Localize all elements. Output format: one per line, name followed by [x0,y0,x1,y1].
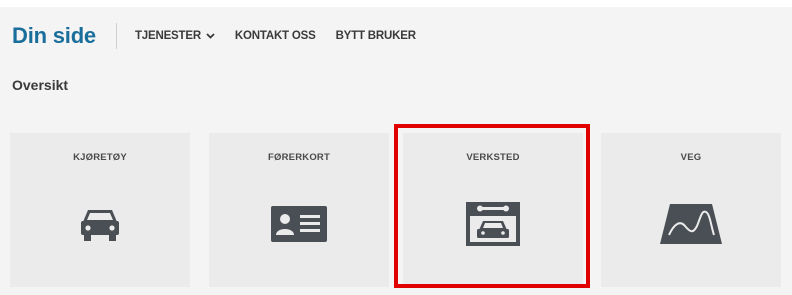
tile-vehicle[interactable]: KJØRETØY [10,133,190,287]
nav-contact-link[interactable]: KONTAKT OSS [235,30,316,42]
nav-divider [115,23,117,49]
page-title: Oversikt [12,77,69,93]
tile-label: VEG [680,152,702,163]
road-icon [601,199,781,249]
tile-drivers-license[interactable]: FØRERKORT [209,133,389,287]
id-card-icon [209,199,389,249]
chevron-down-icon [206,33,215,39]
tile-label: KJØRETØY [73,152,127,163]
tile-label: FØRERKORT [268,152,330,163]
selection-highlight [394,124,590,288]
nav-switch-user-link[interactable]: BYTT BRUKER [336,30,416,42]
nav-services-menu[interactable]: TJENESTER [135,30,215,42]
top-navigation: Din side TJENESTER KONTAKT OSS BYTT BRUK… [12,20,436,52]
car-icon [10,199,190,249]
nav-services-label: TJENESTER [134,30,201,42]
brand-logo[interactable]: Din side [12,20,96,52]
tile-road[interactable]: VEG [601,133,781,287]
